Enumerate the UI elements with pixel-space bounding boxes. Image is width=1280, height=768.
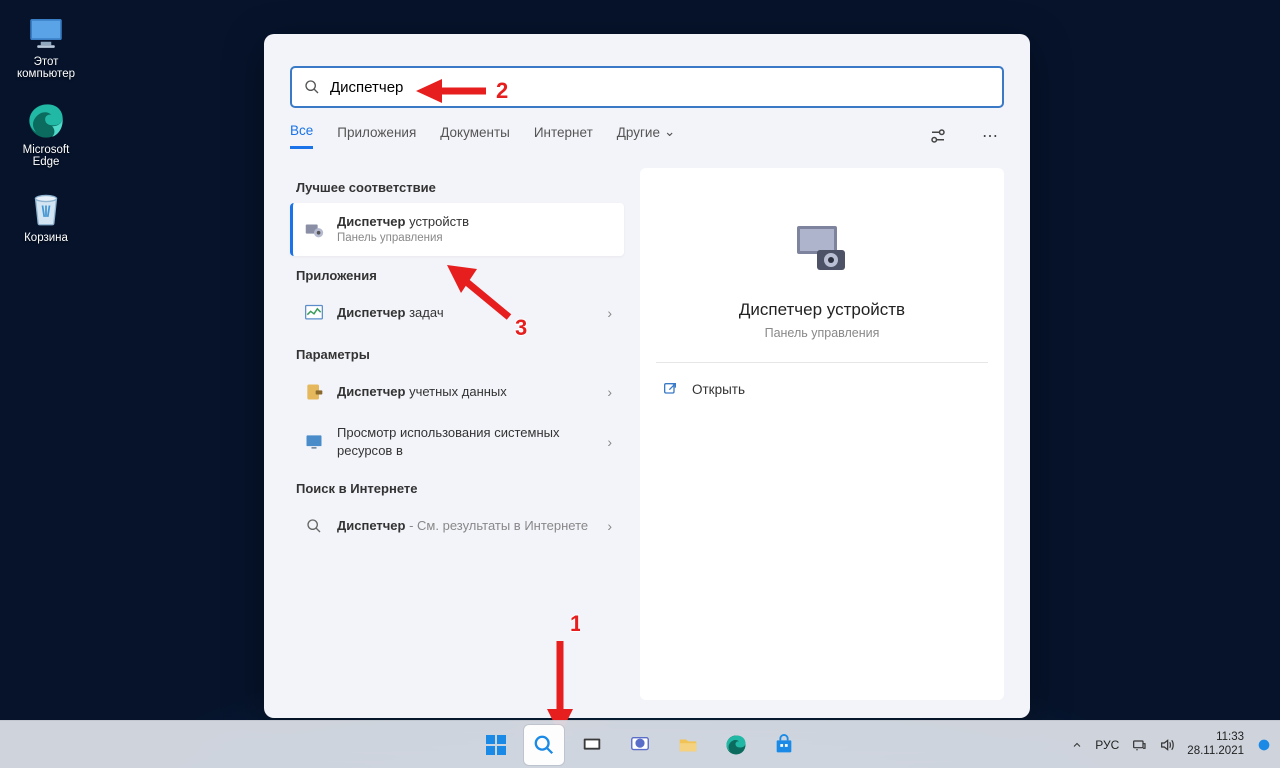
- more-button[interactable]: ⋯: [976, 122, 1004, 150]
- task-view-button[interactable]: [572, 725, 612, 765]
- result-device-manager[interactable]: Диспетчер устройств Панель управления: [290, 203, 624, 256]
- tab-all[interactable]: Все: [290, 123, 313, 149]
- credential-icon: [302, 380, 326, 404]
- task-manager-icon: [302, 301, 326, 325]
- preview-title: Диспетчер устройств: [739, 300, 905, 320]
- result-credential-manager[interactable]: Диспетчер учетных данных ›: [290, 370, 624, 414]
- desktop-item-edge[interactable]: Microsoft Edge: [10, 100, 82, 168]
- desktop-item-label: Microsoft Edge: [10, 144, 82, 168]
- start-button[interactable]: [476, 725, 516, 765]
- tray-language[interactable]: РУС: [1095, 738, 1119, 752]
- tab-documents[interactable]: Документы: [440, 125, 510, 148]
- desktop-item-label: Этот компьютер: [10, 56, 82, 80]
- desktop-item-label: Корзина: [24, 232, 68, 244]
- taskbar: РУС 11:33 28.11.2021: [0, 720, 1280, 768]
- search-input-container: [290, 66, 1004, 108]
- device-manager-icon: [302, 218, 326, 242]
- preview-open[interactable]: Открыть: [656, 363, 988, 415]
- tray-chevron-up-icon[interactable]: [1071, 739, 1083, 751]
- pc-icon: [25, 12, 67, 54]
- section-best-match: Лучшее соответствие: [290, 168, 624, 203]
- chevron-right-icon: ›: [607, 434, 612, 450]
- open-icon: [662, 381, 678, 397]
- section-settings: Параметры: [290, 335, 624, 370]
- desktop-item-recycle[interactable]: Корзина: [10, 188, 82, 244]
- result-web-search[interactable]: Диспетчер - См. результаты в Интернете ›: [290, 504, 624, 548]
- chat-button[interactable]: [620, 725, 660, 765]
- result-resource-monitor[interactable]: Просмотр использования системных ресурсо…: [290, 414, 624, 469]
- preview-subtitle: Панель управления: [765, 326, 880, 340]
- tray-clock[interactable]: 11:33 28.11.2021: [1187, 731, 1244, 759]
- chevron-right-icon: ›: [607, 305, 612, 321]
- search-icon: [302, 514, 326, 538]
- tab-apps[interactable]: Приложения: [337, 125, 416, 148]
- desktop-icons: Этот компьютер Microsoft Edge Корзина: [10, 12, 82, 244]
- volume-icon[interactable]: [1159, 737, 1175, 753]
- chevron-right-icon: ›: [607, 518, 612, 534]
- search-input[interactable]: [330, 79, 990, 96]
- monitor-icon: [302, 430, 326, 454]
- notification-icon[interactable]: [1256, 737, 1272, 753]
- search-icon: [304, 79, 320, 95]
- taskbar-search-button[interactable]: [524, 725, 564, 765]
- desktop-item-this-pc[interactable]: Этот компьютер: [10, 12, 82, 80]
- result-preview: Диспетчер устройств Панель управления От…: [640, 168, 1004, 700]
- system-tray: РУС 11:33 28.11.2021: [1071, 731, 1272, 759]
- explorer-button[interactable]: [668, 725, 708, 765]
- network-icon[interactable]: [1131, 737, 1147, 753]
- section-web: Поиск в Интернете: [290, 469, 624, 504]
- search-settings-button[interactable]: [924, 122, 952, 150]
- search-panel: Все Приложения Документы Интернет Другие…: [264, 34, 1030, 718]
- results-list: Лучшее соответствие Диспетчер устройств …: [290, 168, 624, 700]
- result-task-manager[interactable]: Диспетчер задач ›: [290, 291, 624, 335]
- chevron-right-icon: ›: [607, 384, 612, 400]
- device-manager-large-icon: [787, 220, 857, 280]
- tab-internet[interactable]: Интернет: [534, 125, 593, 148]
- chevron-down-icon: ⌄: [664, 124, 675, 140]
- edge-icon: [25, 100, 67, 142]
- store-button[interactable]: [764, 725, 804, 765]
- tab-other[interactable]: Другие⌄: [617, 124, 676, 148]
- recycle-bin-icon: [25, 188, 67, 230]
- edge-button[interactable]: [716, 725, 756, 765]
- section-apps: Приложения: [290, 256, 624, 291]
- search-tabs: Все Приложения Документы Интернет Другие…: [264, 108, 1030, 150]
